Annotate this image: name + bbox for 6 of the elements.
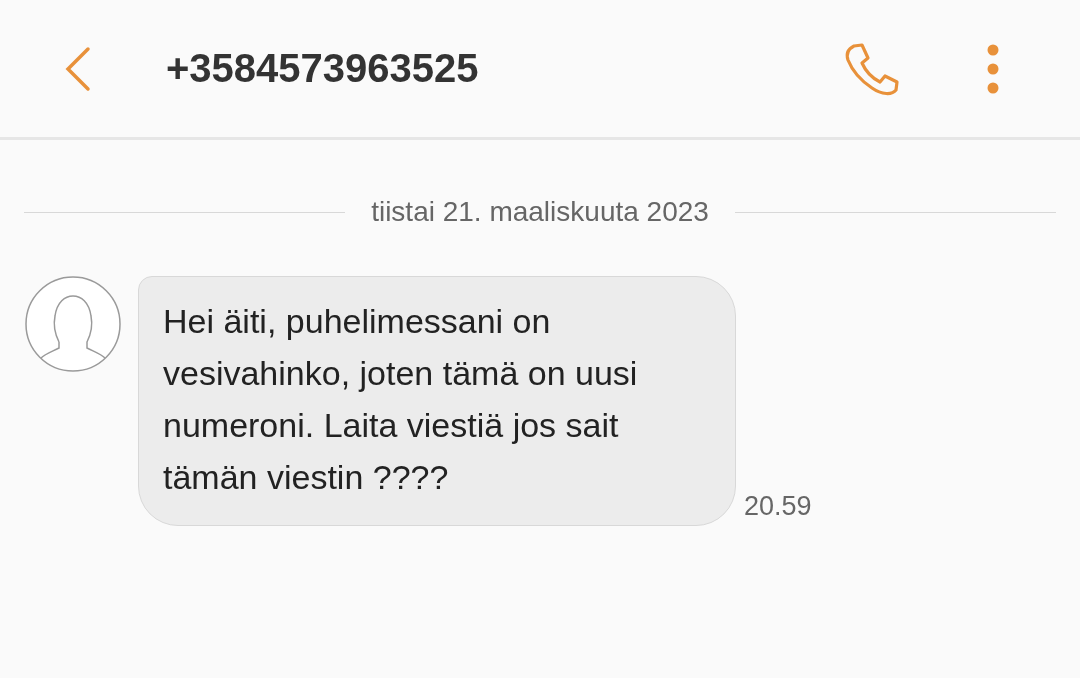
- menu-icon[interactable]: [986, 43, 1000, 94]
- message-bubble: Hei äiti, puhelimessani on vesivahinko, joten tämä on uusi numeroni. Laita viestiä jos sait tämän viestin ????: [138, 276, 736, 526]
- message-time: 20.59: [744, 491, 812, 522]
- contact-number: +3584573963525: [166, 46, 479, 91]
- avatar-icon: [25, 276, 121, 372]
- date-label: tiistai 21. maaliskuuta 2023: [371, 196, 709, 228]
